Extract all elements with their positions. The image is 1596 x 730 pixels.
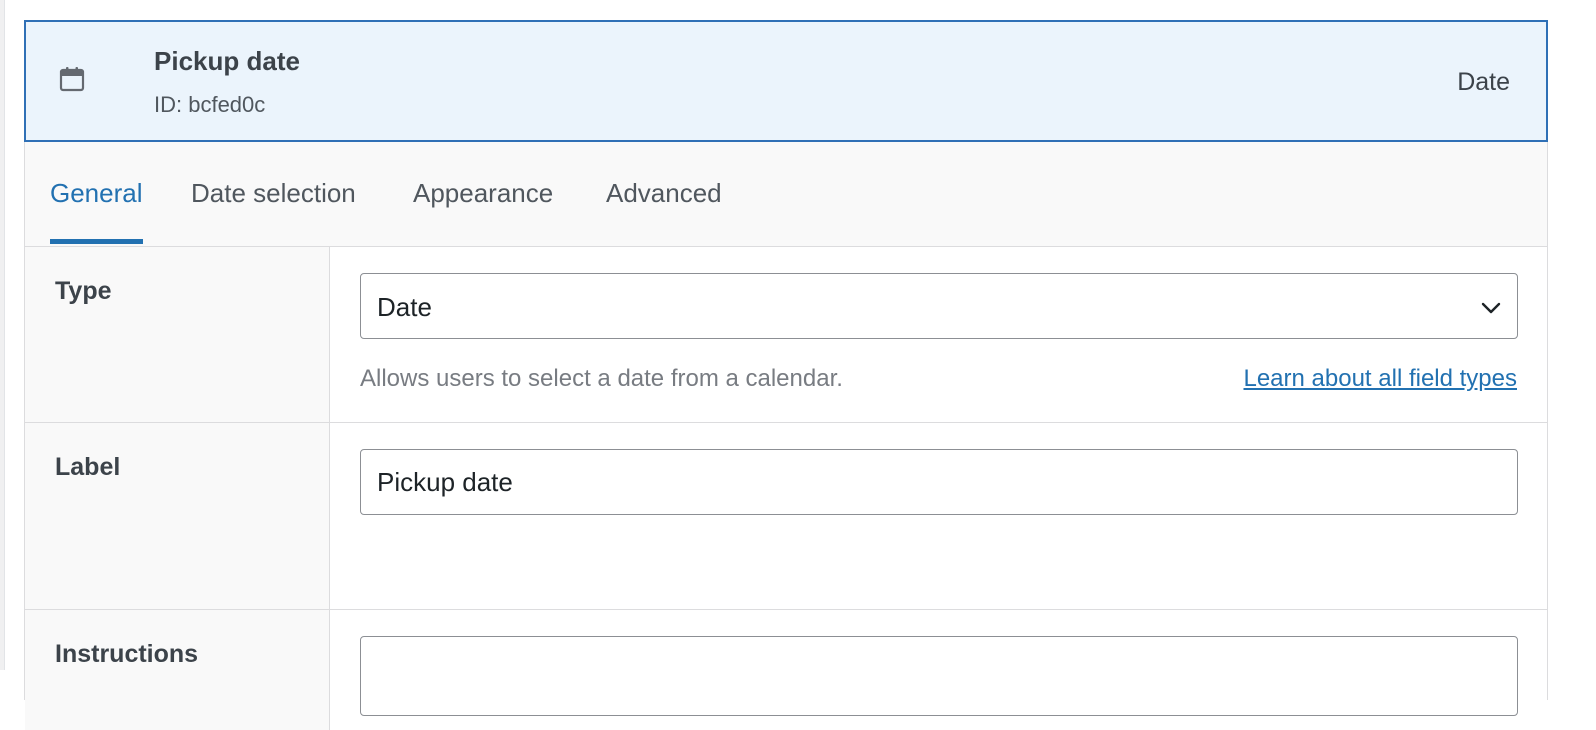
field-id: ID: bcfed0c [154,92,266,117]
label-label-cell: Label [25,423,330,609]
label-label: Label [55,453,121,481]
field-type-select[interactable]: Date [360,273,1518,339]
type-label: Type [55,277,112,305]
chevron-down-icon [1481,302,1501,314]
field-editor-panel: Pickup date ID: bcfed0c Date General Dat… [24,20,1548,730]
tab-date-selection[interactable]: Date selection [191,178,356,239]
tab-appearance[interactable]: Appearance [413,178,553,239]
field-title: Pickup date [154,46,300,76]
tab-advanced[interactable]: Advanced [606,178,722,239]
label-content-cell [330,423,1547,609]
calendar-icon [59,67,85,92]
left-edge-strip [0,0,5,670]
instructions-row: Instructions [25,610,1547,730]
label-row: Label [25,423,1547,610]
tab-general[interactable]: General [50,178,143,244]
type-label-cell: Type [25,247,330,422]
field-header[interactable]: Pickup date ID: bcfed0c Date [24,20,1548,142]
field-type-tag: Date [1457,68,1510,96]
instructions-content-cell [330,610,1547,730]
field-type-select-value: Date [377,292,432,322]
field-instructions-textarea[interactable] [360,636,1518,716]
type-row: Type Date Allows users to select a date … [25,247,1547,423]
learn-field-types-link[interactable]: Learn about all field types [1243,365,1517,393]
settings-tabs: General Date selection Appearance Advanc… [25,142,1547,247]
field-label-input[interactable] [360,449,1518,515]
instructions-label: Instructions [55,640,199,668]
type-content-cell: Date Allows users to select a date from … [330,247,1547,422]
instructions-label-cell: Instructions [25,610,330,730]
field-type-help-text: Allows users to select a date from a cal… [360,365,843,392]
